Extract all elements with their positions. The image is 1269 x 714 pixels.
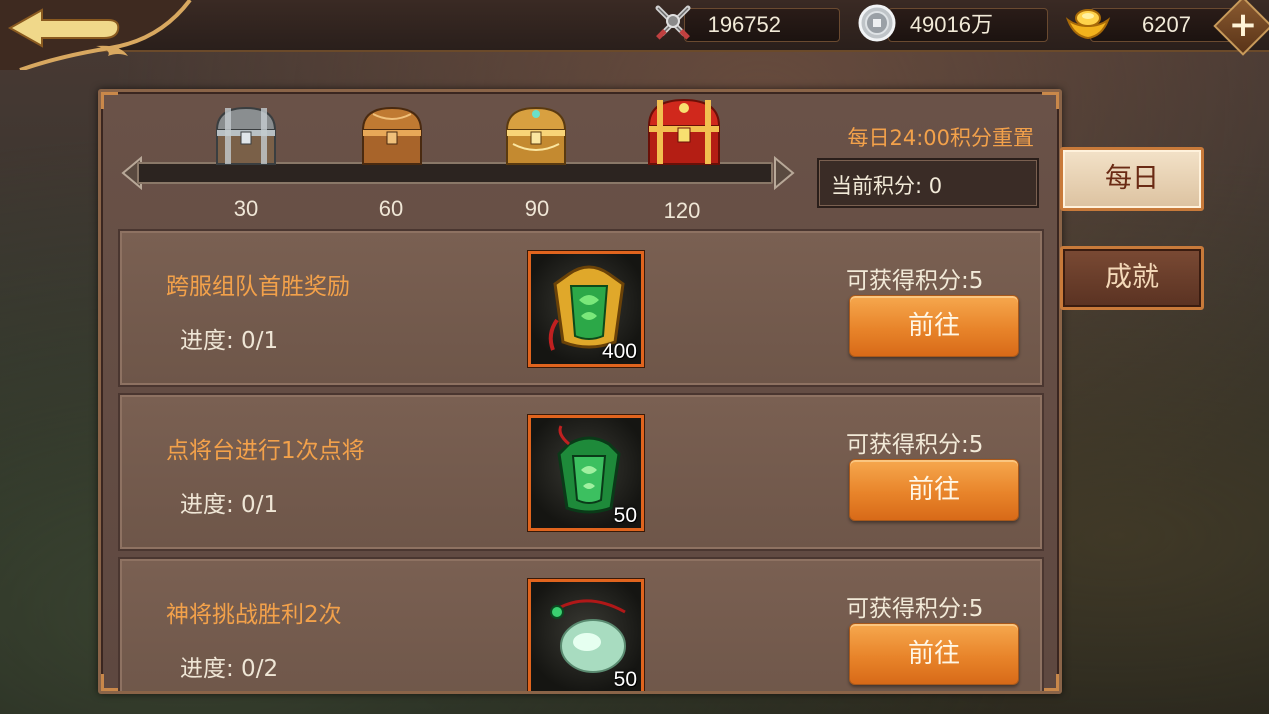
go-button[interactable]: 前往: [849, 623, 1019, 685]
reward-count: 50: [613, 668, 637, 691]
silver-chest-icon[interactable]: [207, 100, 285, 172]
panel-corner-ornament: [1042, 674, 1059, 691]
reward-item[interactable]: 50: [528, 415, 644, 531]
gold-value: 6207: [1142, 12, 1191, 37]
reward-count: 400: [601, 340, 637, 363]
task-points: 可获得积分:5: [846, 596, 984, 622]
milestone-label: 60: [378, 196, 404, 221]
crossed-swords-icon: [652, 2, 694, 44]
current-score-text: 当前积分: 0: [831, 174, 943, 198]
back-button[interactable]: [0, 0, 195, 72]
progress-right-cap: [773, 155, 797, 191]
task-progress: 进度: 0/2: [180, 656, 279, 682]
task-title: 神将挑战胜利2次: [166, 602, 342, 628]
reward-item[interactable]: 50: [528, 579, 644, 691]
milestone-label: 30: [233, 196, 259, 221]
reward-count: 50: [613, 504, 637, 527]
red-chest-icon[interactable]: [641, 94, 727, 172]
tab-achievements[interactable]: 成就: [1060, 246, 1204, 310]
milestone-label: 90: [524, 196, 550, 221]
task-points: 可获得积分:5: [846, 432, 984, 458]
silver-display: 49016万: [888, 8, 1048, 42]
tab-daily[interactable]: 每日: [1060, 147, 1204, 211]
task-row: 神将挑战胜利2次 进度: 0/2 50 可获得积分:5 前往: [118, 557, 1044, 691]
gold-ingot-icon: [1064, 2, 1112, 44]
power-value: 196752: [707, 12, 781, 37]
task-row: 点将台进行1次点将 进度: 0/1 50 可获得积分:5 前往: [118, 393, 1044, 551]
back-arrow-icon: [0, 0, 192, 72]
milestone-label: 120: [663, 198, 701, 223]
panel-corner-ornament: [101, 92, 118, 109]
power-display: 196752: [684, 8, 840, 42]
silver-coin-icon: [856, 2, 898, 44]
task-panel: 30 60 90 120 每日24:00积分重置 当前积分: 0 跨服组队首胜奖…: [98, 89, 1062, 694]
reset-note: 每日24:00积分重置: [847, 126, 1034, 150]
bronze-chest-icon[interactable]: [353, 100, 431, 172]
go-button[interactable]: 前往: [849, 459, 1019, 521]
task-progress: 进度: 0/1: [180, 492, 279, 518]
go-button[interactable]: 前往: [849, 295, 1019, 357]
task-title: 点将台进行1次点将: [166, 438, 365, 464]
current-score-box: 当前积分: 0: [817, 158, 1039, 208]
top-bar: 196752 49016万 6207 +: [0, 0, 1269, 72]
silver-value: 49016万: [909, 12, 993, 37]
panel-corner-ornament: [101, 674, 118, 691]
gold-chest-icon[interactable]: [497, 100, 575, 172]
task-title: 跨服组队首胜奖励: [166, 274, 350, 300]
task-points: 可获得积分:5: [846, 268, 984, 294]
panel-corner-ornament: [1042, 92, 1059, 109]
task-progress: 进度: 0/1: [180, 328, 279, 354]
reward-item[interactable]: 400: [528, 251, 644, 367]
task-row: 跨服组队首胜奖励 进度: 0/1 400 可获得积分:5 前往: [118, 229, 1044, 387]
